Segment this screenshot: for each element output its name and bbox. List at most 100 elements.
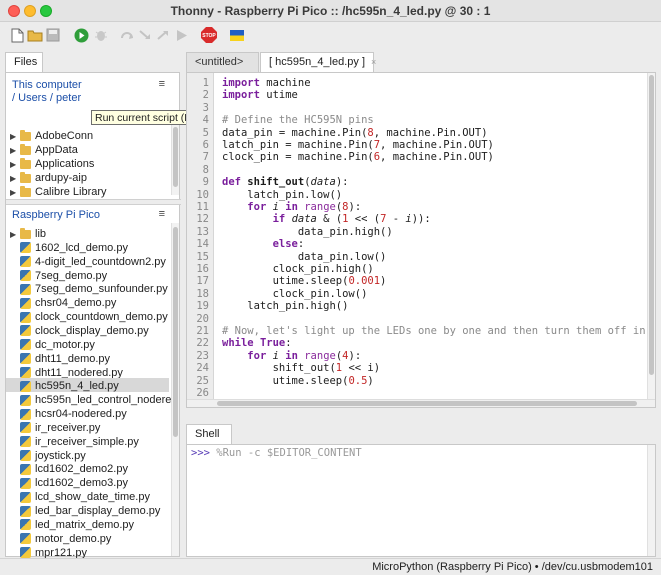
editor-hscrollbar-thumb[interactable] bbox=[217, 401, 637, 406]
device-file-item[interactable]: 1602_lcd_demo.py bbox=[10, 241, 128, 255]
tab-untitled[interactable]: <untitled> bbox=[186, 52, 259, 72]
line-number: 6 bbox=[202, 139, 209, 151]
code-line[interactable]: import utime bbox=[222, 89, 298, 101]
device-folder-item[interactable]: ▶ lib bbox=[10, 227, 46, 241]
device-file-item[interactable]: ir_receiver_simple.py bbox=[10, 435, 139, 449]
code-line[interactable]: clock_pin.high() bbox=[222, 263, 374, 275]
run-icon[interactable] bbox=[72, 26, 90, 44]
computer-scrollbar[interactable] bbox=[171, 125, 179, 195]
shell-scrollbar[interactable] bbox=[647, 445, 655, 556]
code-line[interactable]: shift_out(1 << i) bbox=[222, 362, 381, 374]
computer-folder-item[interactable]: ▶ AppData bbox=[10, 143, 78, 157]
tab-hc595n-4-led[interactable]: [ hc595n_4_led.py ] × bbox=[260, 52, 376, 72]
line-number: 11 bbox=[196, 201, 209, 213]
code-line[interactable]: utime.sleep(0.001) bbox=[222, 275, 387, 287]
device-file-item[interactable]: 7seg_demo.py bbox=[10, 269, 107, 283]
code-line[interactable]: if data & (1 << (7 - i)): bbox=[222, 213, 431, 225]
device-file-item[interactable]: 7seg_demo_sunfounder.py bbox=[10, 282, 168, 296]
code-line[interactable]: # Define the HC595N pins bbox=[222, 114, 374, 126]
code-line[interactable]: for i in range(8): bbox=[222, 201, 361, 213]
device-file-item[interactable]: hcsr04-nodered.py bbox=[10, 407, 127, 421]
code-line[interactable]: else: bbox=[222, 238, 305, 250]
computer-folder-item[interactable]: ▶ ardupy-aip bbox=[10, 171, 87, 185]
shell-console[interactable]: >>> %Run -c $EDITOR_CONTENT bbox=[186, 444, 656, 557]
code-line[interactable]: # Now, let's light up the LEDs one by on… bbox=[222, 325, 646, 337]
ukraine-flag-icon[interactable] bbox=[228, 26, 246, 44]
code-line[interactable]: latch_pin = machine.Pin(7, machine.Pin.O… bbox=[222, 139, 494, 151]
debug-icon[interactable] bbox=[92, 26, 110, 44]
folder-icon bbox=[20, 185, 31, 197]
device-file-item[interactable]: clock_countdown_demo.py bbox=[10, 310, 168, 324]
computer-folder-item[interactable]: ▶ Calibre Library bbox=[10, 185, 107, 199]
computer-scrollbar-thumb[interactable] bbox=[173, 127, 178, 187]
computer-folder-item[interactable]: ▶ Applications bbox=[10, 157, 94, 171]
device-scrollbar[interactable] bbox=[171, 223, 179, 556]
code-line[interactable]: import machine bbox=[222, 77, 311, 89]
device-file-item[interactable]: motor_demo.py bbox=[10, 532, 111, 546]
code-line[interactable]: for i in range(4): bbox=[222, 350, 361, 362]
computer-menu-icon[interactable]: ≡ bbox=[159, 78, 165, 90]
code-editor[interactable]: 1 2 3 4 5 6 7 8 9 10 11 12 13 14 15 16 17 18 19 20 21 22 23 24 2… bbox=[186, 72, 656, 408]
device-menu-icon[interactable]: ≡ bbox=[159, 208, 165, 220]
step-over-icon[interactable] bbox=[118, 26, 136, 44]
computer-folder-item[interactable]: ▶ AdobeConn bbox=[10, 129, 93, 143]
device-file-item[interactable]: dht11_demo.py bbox=[10, 352, 110, 366]
device-file-item[interactable]: lcd1602_demo2.py bbox=[10, 462, 128, 476]
path-root[interactable]: / bbox=[12, 92, 15, 104]
expand-triangle-icon[interactable]: ▶ bbox=[10, 188, 20, 197]
editor-hscrollbar[interactable] bbox=[187, 399, 655, 407]
code-line[interactable]: latch_pin.high() bbox=[222, 300, 348, 312]
expand-triangle-icon[interactable]: ▶ bbox=[10, 160, 20, 169]
expand-triangle-icon[interactable]: ▶ bbox=[10, 174, 20, 183]
line-number: 18 bbox=[196, 287, 209, 300]
path-users[interactable]: Users bbox=[18, 92, 47, 104]
device-file-item[interactable]: hc595n_4_led.py bbox=[10, 379, 119, 393]
stop-icon[interactable]: STOP bbox=[200, 26, 218, 44]
expand-triangle-icon[interactable]: ▶ bbox=[10, 132, 20, 141]
code-line[interactable]: utime.sleep(0.5) bbox=[222, 375, 374, 387]
line-number: 9 bbox=[202, 176, 209, 189]
this-computer-header[interactable]: This computer bbox=[6, 79, 169, 91]
step-into-icon[interactable] bbox=[136, 26, 154, 44]
resume-icon[interactable] bbox=[172, 26, 190, 44]
section-divider[interactable] bbox=[6, 199, 181, 205]
device-header[interactable]: Raspberry Pi Pico bbox=[6, 209, 169, 221]
save-file-icon[interactable] bbox=[44, 26, 62, 44]
close-tab-icon[interactable]: × bbox=[371, 57, 376, 67]
path-user[interactable]: peter bbox=[56, 92, 81, 104]
expand-triangle-icon[interactable]: ▶ bbox=[10, 230, 20, 239]
device-file-item[interactable]: lcd1602_demo3.py bbox=[10, 476, 128, 490]
device-file-item[interactable]: led_matrix_demo.py bbox=[10, 518, 134, 532]
code-line[interactable]: clock_pin.low() bbox=[222, 287, 368, 300]
editor-vscrollbar[interactable] bbox=[647, 73, 655, 400]
device-file-item[interactable]: joystick.py bbox=[10, 449, 86, 463]
device-file-item[interactable]: led_bar_display_demo.py bbox=[10, 504, 160, 518]
interpreter-status[interactable]: MicroPython (Raspberry Pi Pico) • /dev/c… bbox=[372, 561, 653, 573]
device-file-item[interactable]: chsr04_demo.py bbox=[10, 296, 116, 310]
tab-files[interactable]: Files bbox=[5, 52, 43, 72]
code-line[interactable]: data_pin = machine.Pin(8, machine.Pin.OU… bbox=[222, 127, 488, 139]
expand-triangle-icon[interactable]: ▶ bbox=[10, 146, 20, 155]
editor-vscrollbar-thumb[interactable] bbox=[649, 75, 654, 375]
tab-shell[interactable]: Shell bbox=[186, 424, 232, 444]
device-file-item[interactable]: 4-digit_led_countdown2.py bbox=[10, 255, 166, 269]
device-file-item[interactable]: lcd_show_date_time.py bbox=[10, 490, 150, 504]
line-number: 16 bbox=[196, 263, 209, 275]
line-number: 8 bbox=[202, 163, 209, 176]
device-file-item[interactable]: ir_receiver.py bbox=[10, 421, 100, 435]
code-line[interactable]: clock_pin = machine.Pin(6, machine.Pin.O… bbox=[222, 151, 494, 163]
device-file-item[interactable]: hc595n_led_control_nodere bbox=[10, 393, 171, 407]
code-line[interactable]: while True: bbox=[222, 337, 292, 349]
python-file-icon bbox=[20, 519, 31, 531]
step-out-icon[interactable] bbox=[154, 26, 172, 44]
new-file-icon[interactable] bbox=[8, 26, 26, 44]
code-line[interactable]: def shift_out(data): bbox=[222, 176, 348, 188]
device-file-item[interactable]: clock_display_demo.py bbox=[10, 324, 149, 338]
code-line[interactable]: latch_pin.low() bbox=[222, 189, 342, 201]
code-token: clock_pin.low() bbox=[222, 287, 368, 300]
code-line[interactable]: data_pin.low() bbox=[222, 251, 387, 263]
open-file-icon[interactable] bbox=[26, 26, 44, 44]
code-line[interactable]: data_pin.high() bbox=[222, 226, 393, 238]
device-scrollbar-thumb[interactable] bbox=[173, 227, 178, 437]
device-file-item[interactable]: dc_motor.py bbox=[10, 338, 95, 352]
